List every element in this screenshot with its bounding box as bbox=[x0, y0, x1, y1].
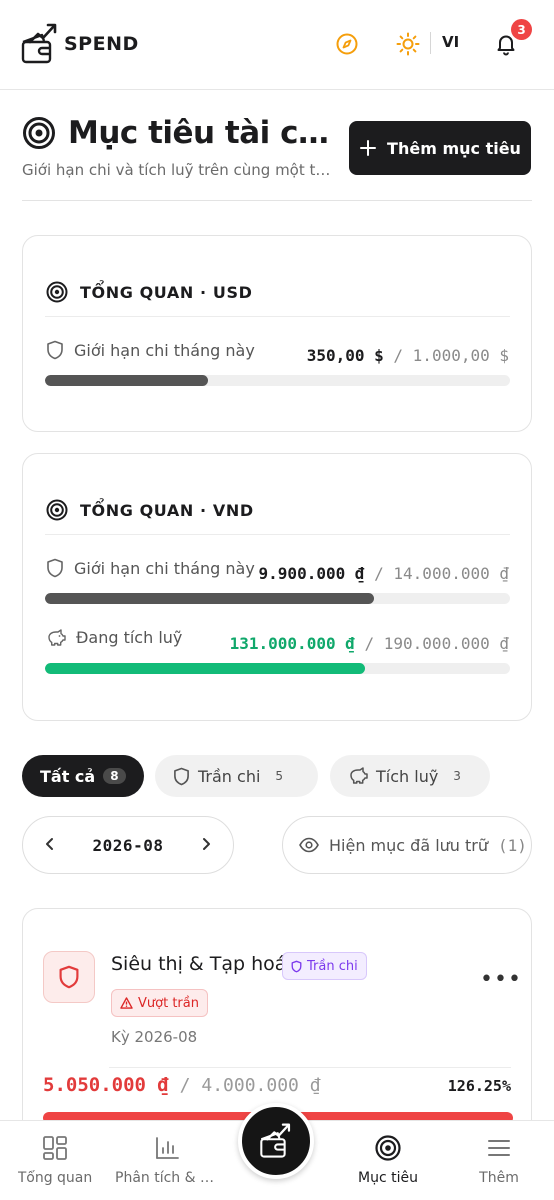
saving-value: 131.000.000 ₫ / 190.000.000 ₫ bbox=[229, 634, 509, 653]
language-switch[interactable]: VI bbox=[442, 33, 459, 51]
add-transaction-fab[interactable] bbox=[238, 1103, 314, 1179]
plus-icon bbox=[360, 140, 377, 156]
nav-analytics[interactable]: Phân tích & Báo cáo bbox=[112, 1135, 222, 1186]
menu-icon bbox=[488, 1140, 510, 1156]
sun-icon[interactable] bbox=[394, 30, 422, 58]
shield-icon bbox=[59, 965, 79, 989]
add-goal-button[interactable]: Thêm mục tiêu bbox=[349, 121, 531, 175]
filter-count: 3 bbox=[453, 769, 461, 783]
header-divider bbox=[430, 32, 431, 54]
goal-percent: 126.25% bbox=[447, 1077, 511, 1095]
shield-icon bbox=[291, 960, 302, 972]
over-limit-tag: Vượt trần bbox=[111, 989, 208, 1017]
more-options-icon[interactable]: ••• bbox=[480, 967, 522, 992]
top-bar: SPEND VI 3 bbox=[0, 0, 554, 90]
period-selector: 2026-08 bbox=[22, 816, 234, 874]
brand-name: SPEND bbox=[64, 33, 139, 55]
target-icon bbox=[46, 499, 68, 521]
spending-limit-value: 9.900.000 ₫ / 14.000.000 ₫ bbox=[258, 564, 509, 583]
spending-progress-fill bbox=[45, 375, 208, 386]
notification-badge: 3 bbox=[511, 19, 532, 40]
spending-progress-fill bbox=[45, 593, 374, 604]
target-icon bbox=[23, 117, 55, 149]
filter-count: 5 bbox=[275, 769, 284, 783]
overview-usd-card: TỔNG QUAN · USD Giới hạn chi tháng này 3… bbox=[22, 235, 532, 432]
goal-period: Kỳ 2026-08 bbox=[111, 1028, 198, 1046]
overview-usd-title: TỔNG QUAN · USD bbox=[80, 282, 253, 302]
card-divider bbox=[109, 1067, 511, 1068]
chevron-right-icon[interactable] bbox=[199, 836, 213, 855]
archive-count: (1) bbox=[498, 835, 527, 855]
dashboard-icon bbox=[43, 1136, 67, 1160]
spending-progress-bar bbox=[45, 375, 510, 386]
nav-more[interactable]: Thêm bbox=[444, 1135, 554, 1186]
page-header: Mục tiêu tài chính Giới hạn chi và tích … bbox=[22, 115, 342, 179]
card-divider bbox=[45, 534, 510, 535]
filter-saving[interactable]: Tích luỹ 3 bbox=[330, 755, 490, 797]
filter-spending-limit[interactable]: Trần chi 5 bbox=[155, 755, 318, 797]
spending-limit-label: Giới hạn chi tháng này bbox=[46, 558, 255, 578]
target-icon bbox=[46, 281, 68, 303]
filter-all[interactable]: Tất cả 8 bbox=[22, 755, 144, 797]
compass-icon[interactable] bbox=[333, 30, 361, 58]
chevron-left-icon[interactable] bbox=[43, 836, 57, 855]
piggy-bank-icon bbox=[350, 767, 368, 784]
page-title: Mục tiêu tài chính bbox=[68, 115, 336, 151]
goal-name: Siêu thị & Tạp hoá bbox=[111, 953, 287, 975]
archive-label: Hiện mục đã lưu trữ bbox=[329, 835, 489, 855]
shield-icon bbox=[47, 340, 63, 360]
eye-icon bbox=[299, 837, 319, 853]
shield-icon bbox=[174, 767, 189, 785]
app-logo[interactable]: SPEND bbox=[20, 22, 139, 66]
filter-count: 8 bbox=[103, 768, 126, 784]
goal-type-tag: Trần chi bbox=[282, 952, 367, 980]
saving-label: Đang tích luỹ bbox=[46, 628, 182, 647]
wallet-logo-icon bbox=[21, 23, 57, 64]
add-goal-label: Thêm mục tiêu bbox=[387, 138, 521, 158]
show-archived-toggle[interactable]: Hiện mục đã lưu trữ (1) bbox=[282, 816, 532, 874]
card-divider bbox=[45, 316, 510, 317]
spending-progress-bar bbox=[45, 593, 510, 604]
target-icon bbox=[375, 1135, 401, 1161]
shield-icon bbox=[47, 558, 63, 578]
divider bbox=[22, 200, 532, 201]
goal-category-icon bbox=[43, 951, 95, 1003]
overview-vnd-card: TỔNG QUAN · VND Giới hạn chi tháng này 9… bbox=[22, 453, 532, 721]
overview-vnd-title: TỔNG QUAN · VND bbox=[80, 500, 254, 520]
nav-overview[interactable]: Tổng quan bbox=[0, 1135, 110, 1186]
spending-limit-value: 350,00 $ / 1.000,00 $ bbox=[306, 346, 509, 365]
nav-goals[interactable]: Mục tiêu bbox=[333, 1135, 443, 1186]
warning-icon bbox=[120, 997, 133, 1009]
saving-progress-fill bbox=[45, 663, 366, 674]
bar-chart-icon bbox=[156, 1137, 179, 1159]
piggy-bank-icon bbox=[48, 628, 66, 646]
goal-amount: 5.050.000 ₫ / 4.000.000 ₫ bbox=[43, 1074, 321, 1096]
wallet-logo-icon bbox=[260, 1123, 291, 1158]
period-value[interactable]: 2026-08 bbox=[93, 836, 164, 855]
page-subtitle: Giới hạn chi và tích luỹ trên cùng một t… bbox=[22, 161, 332, 179]
spending-limit-label: Giới hạn chi tháng này bbox=[46, 340, 255, 360]
overview-vnd-heading: TỔNG QUAN · VND bbox=[46, 499, 254, 521]
saving-progress-bar bbox=[45, 663, 510, 674]
overview-usd-heading: TỔNG QUAN · USD bbox=[46, 281, 253, 303]
